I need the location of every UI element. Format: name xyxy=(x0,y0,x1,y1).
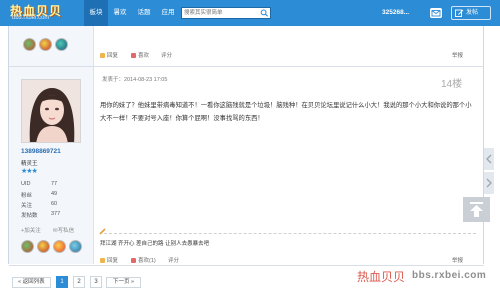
top-navigation-bar: 热血贝贝 bbs.rxbei.com 板块 暑欢 话题 应用 325268...… xyxy=(0,0,500,26)
new-post-button[interactable]: 发帖 xyxy=(451,6,491,20)
nav-item-apps[interactable]: 应用 xyxy=(156,0,180,26)
stat-label-following: 关注 xyxy=(21,203,33,209)
page-1-button[interactable]: 1 xyxy=(56,276,68,288)
message-button[interactable]: ✉写私信 xyxy=(53,226,74,234)
like-action[interactable]: 喜欢 xyxy=(131,51,149,59)
watermark: 热血贝贝 bbs.rxbei.com xyxy=(357,266,500,292)
stat-value-posts[interactable]: 377 xyxy=(51,211,60,217)
reply-icon xyxy=(100,53,105,58)
search-input[interactable] xyxy=(184,8,258,18)
back-to-list-button[interactable]: « 返回列表 xyxy=(12,277,51,288)
report-link[interactable]: 举报 xyxy=(452,256,463,264)
stat-value-following[interactable]: 60 xyxy=(51,201,57,207)
reply-action[interactable]: 回复 xyxy=(100,51,118,59)
like-label: 喜欢 xyxy=(138,53,150,59)
nav-item-topics[interactable]: 话题 xyxy=(132,0,156,26)
medal-icon xyxy=(55,38,68,51)
message-label: 写私信 xyxy=(57,228,75,234)
site-logo[interactable]: 热血贝贝 bbs.rxbei.com xyxy=(10,2,72,24)
reply-label: 回复 xyxy=(107,53,119,59)
medal-icon xyxy=(69,240,82,253)
medal-icon xyxy=(53,240,66,253)
stat-label-uid: UID xyxy=(21,181,31,187)
signature-divider xyxy=(104,233,476,234)
medal-icon xyxy=(23,38,36,51)
scroll-arrow-up[interactable] xyxy=(484,148,494,170)
rank-stars: ★★★ xyxy=(21,168,38,175)
chevron-right-icon xyxy=(486,178,492,188)
back-to-top-button[interactable] xyxy=(463,197,490,222)
author-name[interactable]: 13898869721 xyxy=(21,148,61,155)
post-body: 用你的妹了？他妹里带病毒知道不！一看你这脑残就是个垃圾！脑残种！在贝贝论坛里说记… xyxy=(100,102,472,122)
post-divider xyxy=(9,66,484,67)
medal-icon xyxy=(37,240,50,253)
medal-icon xyxy=(39,38,52,51)
reply-action[interactable]: 回复 xyxy=(100,256,118,264)
user-name[interactable]: 325268... xyxy=(382,0,409,26)
follow-button[interactable]: +加关注 xyxy=(21,226,41,234)
logo-url: bbs.rxbei.com xyxy=(12,15,50,21)
stat-label-posts: 发帖数 xyxy=(21,213,38,219)
chevron-left-icon xyxy=(486,154,492,164)
reply-label: 回复 xyxy=(107,258,119,264)
nav-item-boards[interactable]: 板块 xyxy=(84,0,108,26)
rate-action[interactable]: 评分 xyxy=(161,51,172,59)
watermark-url: bbs.rxbei.com xyxy=(412,270,487,281)
search-icon[interactable] xyxy=(260,9,269,17)
nav-item-likes[interactable]: 暑欢 xyxy=(108,0,132,26)
like-icon xyxy=(131,258,136,263)
floor-number: 14楼 xyxy=(441,79,463,90)
page-2-button[interactable]: 2 xyxy=(73,276,85,288)
page-3-button[interactable]: 3 xyxy=(90,276,102,288)
medal-icon xyxy=(21,240,34,253)
like-icon xyxy=(131,53,136,58)
reply-icon xyxy=(100,258,105,263)
stat-value-uid: 77 xyxy=(51,181,58,187)
search-box xyxy=(181,7,271,19)
mail-icon[interactable] xyxy=(430,8,442,18)
like-action[interactable]: 喜欢(1) xyxy=(131,256,156,264)
rate-label: 评分 xyxy=(168,258,180,264)
report-link[interactable]: 举报 xyxy=(452,51,463,59)
post-time: 发表于：2014-08-23 17:05 xyxy=(102,77,168,83)
like-label: 喜欢(1) xyxy=(138,258,156,264)
author-rank: 精灵王 xyxy=(21,161,38,167)
stat-label-fans: 粉丝 xyxy=(21,193,33,199)
next-page-button[interactable]: 下一页 » xyxy=(106,277,142,288)
back-to-top-icon xyxy=(470,202,483,217)
signature: 拜江湖 齐开心 差自己的路 让别人去愚暴去吧 xyxy=(100,241,210,247)
rate-label: 评分 xyxy=(161,53,173,59)
edit-icon xyxy=(455,9,464,17)
avatar[interactable] xyxy=(21,79,81,143)
rate-action[interactable]: 评分 xyxy=(168,256,179,264)
stat-value-fans[interactable]: 49 xyxy=(51,191,57,197)
watermark-text: 热血贝贝 xyxy=(357,270,406,284)
new-post-label: 发帖 xyxy=(466,10,479,16)
scroll-arrow-down[interactable] xyxy=(484,172,494,194)
